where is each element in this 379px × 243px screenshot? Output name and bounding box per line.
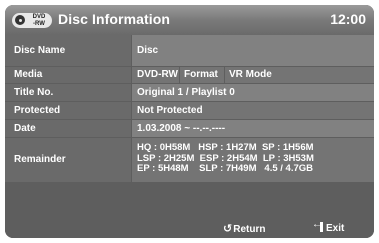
row-disc-name[interactable]: Disc Name Disc xyxy=(5,35,374,66)
return-icon: ↺ xyxy=(223,223,233,235)
exit-icon xyxy=(312,219,324,232)
remainder-line-1: HQ : 0H58M HSP : 1H27M SP : 1H56M xyxy=(137,142,314,153)
remainder-line-3: EP : 5H48M SLP : 7H49M 4.5 / 4.7GB xyxy=(137,163,313,174)
page-title: Disc Information xyxy=(58,11,171,27)
date-label: Date xyxy=(14,123,36,134)
row-title-no[interactable]: Title No. Original 1 / Playlist 0 xyxy=(5,84,374,101)
exit-label: Exit xyxy=(326,223,345,234)
title-no-value: Original 1 / Playlist 0 xyxy=(137,87,235,98)
divider xyxy=(224,67,225,83)
protected-value: Not Protected xyxy=(137,105,203,116)
remainder-values: HQ : 0H58M HSP : 1H27M SP : 1H56M LSP : 2… xyxy=(137,142,314,175)
return-button[interactable]: ↺Return xyxy=(223,222,265,235)
disc-name-label: Disc Name xyxy=(14,45,66,56)
exit-button[interactable]: Exit xyxy=(312,219,345,234)
format-value: VR Mode xyxy=(229,69,272,80)
remainder-label: Remainder xyxy=(14,154,66,165)
divider xyxy=(179,67,180,83)
media-value: DVD-RW xyxy=(137,69,178,80)
return-label: Return xyxy=(233,224,266,235)
title-bar: DVD -RW Disc Information 12:00 xyxy=(5,5,374,35)
date-value: 1.03.2008 ~ --.--.---- xyxy=(137,123,226,134)
footer-bar: ↺Return Exit xyxy=(5,218,374,238)
title-no-label: Title No. xyxy=(14,87,54,98)
clock: 12:00 xyxy=(330,11,366,27)
row-date[interactable]: Date 1.03.2008 ~ --.--.---- xyxy=(5,120,374,137)
disc-icon xyxy=(15,15,25,25)
format-label: Format xyxy=(184,69,218,80)
protected-label: Protected xyxy=(14,105,61,116)
row-remainder[interactable]: Remainder HQ : 0H58M HSP : 1H27M SP : 1H… xyxy=(5,138,374,182)
disc-type-label: DVD -RW xyxy=(32,14,46,27)
dvd-rw-disc-icon: DVD -RW xyxy=(12,13,52,28)
media-label: Media xyxy=(14,69,43,80)
disc-name-value: Disc xyxy=(137,45,159,56)
row-media[interactable]: Media DVD-RW Format VR Mode xyxy=(5,67,374,83)
disc-information-screen: DVD -RW Disc Information 12:00 Disc Name… xyxy=(5,5,374,238)
row-protected[interactable]: Protected Not Protected xyxy=(5,102,374,119)
